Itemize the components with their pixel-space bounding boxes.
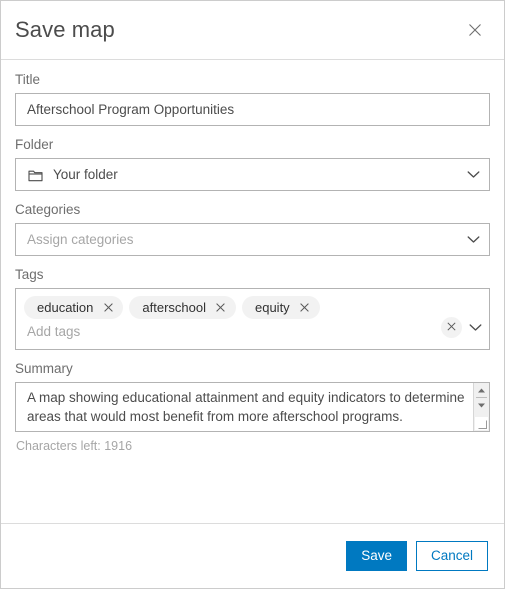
folder-select-value: Your folder [53,167,118,182]
tag-remove-icon[interactable] [102,302,114,314]
chevron-down-icon [466,168,480,182]
dialog-body: Title Afterschool Program Opportunities … [1,60,504,524]
add-tags-input[interactable]: Add tags [24,321,427,341]
summary-textarea[interactable]: A map showing educational attainment and… [15,382,490,432]
tag-chip[interactable]: afterschool [129,296,236,319]
folder-field-group: Folder Your folder [15,137,490,191]
chevron-down-icon [466,233,480,247]
tag-chip[interactable]: education [24,296,124,319]
categories-field-group: Categories Assign categories [15,202,490,256]
tag-chip-label: afterschool [142,300,206,315]
tags-actions [441,317,482,338]
categories-select[interactable]: Assign categories [15,223,490,256]
title-input[interactable]: Afterschool Program Opportunities [15,93,490,126]
save-map-dialog: Save map Title Afterschool Program Oppor… [0,0,505,589]
tags-input-container[interactable]: education afterschool equity Add tags [15,288,490,350]
resize-grip-icon[interactable] [475,417,488,430]
categories-label: Categories [15,202,81,217]
save-button[interactable]: Save [346,541,407,571]
tag-chip[interactable]: equity [241,296,320,319]
close-icon [467,22,483,38]
title-label: Title [15,72,41,87]
caret-down-icon[interactable] [474,398,489,412]
tag-chip-label: education [37,300,94,315]
folder-icon [27,167,43,183]
cancel-button[interactable]: Cancel [415,541,488,571]
summary-label: Summary [15,361,73,376]
tag-chip-list: education afterschool equity [24,296,427,319]
tags-label: Tags [15,267,44,282]
close-button[interactable] [462,17,488,43]
clear-tags-button[interactable] [441,317,462,338]
tags-field-group: Tags education afterschool equity Add ta… [15,267,490,350]
title-field-group: Title Afterschool Program Opportunities [15,72,490,126]
dialog-header: Save map [1,1,504,60]
close-icon [446,319,457,337]
folder-label: Folder [15,137,54,152]
title-input-value: Afterschool Program Opportunities [27,102,235,117]
tags-dropdown-toggle[interactable] [468,321,482,335]
summary-field-group: Summary A map showing educational attain… [15,361,490,453]
caret-up-icon[interactable] [474,383,489,397]
categories-select-placeholder: Assign categories [27,232,134,247]
tag-remove-icon[interactable] [299,302,311,314]
dialog-footer: Save Cancel [1,524,504,588]
tag-remove-icon[interactable] [215,302,227,314]
characters-left-text: Characters left: 1916 [16,439,133,453]
folder-select[interactable]: Your folder [15,158,490,191]
page-title: Save map [15,17,115,42]
tag-chip-label: equity [254,300,290,315]
summary-textarea-value: A map showing educational attainment and… [27,390,465,424]
